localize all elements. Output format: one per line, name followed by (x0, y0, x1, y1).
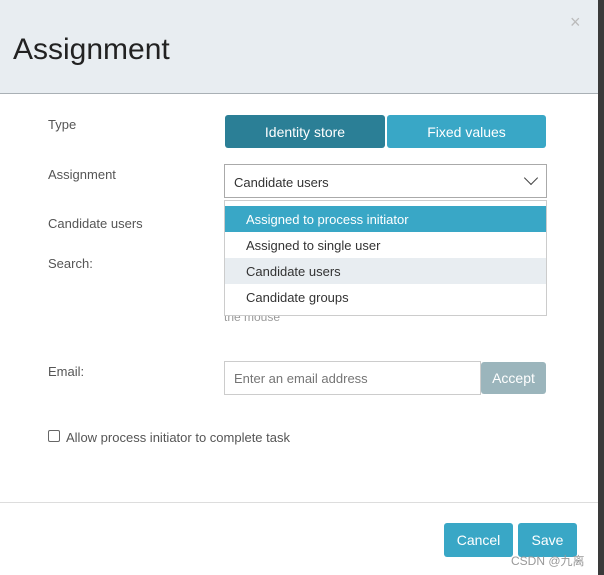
option-single-user[interactable]: Assigned to single user (225, 232, 546, 258)
fixed-values-button[interactable]: Fixed values (387, 115, 546, 148)
watermark: CSDN @九离 (511, 554, 585, 568)
chevron-down-icon (523, 170, 539, 186)
assignment-select[interactable]: Candidate users (224, 164, 547, 198)
dialog-title: Assignment (13, 33, 170, 66)
assignment-dropdown: Assigned to process initiator Assigned t… (224, 200, 547, 316)
window-edge (598, 0, 604, 575)
email-input[interactable] (224, 361, 481, 395)
search-label: Search: (48, 256, 93, 271)
assignment-label: Assignment (48, 167, 116, 182)
checkbox-label[interactable]: Allow process initiator to complete task (66, 430, 290, 445)
type-label: Type (48, 117, 77, 132)
candidate-users-label: Candidate users (48, 216, 143, 231)
close-icon[interactable]: × (570, 12, 581, 33)
assignment-value: Candidate users (234, 175, 329, 190)
option-candidate-users[interactable]: Candidate users (225, 258, 546, 284)
footer-divider (0, 502, 598, 503)
identity-store-button[interactable]: Identity store (225, 115, 385, 148)
option-candidate-groups[interactable]: Candidate groups (225, 284, 546, 310)
dialog-header: Assignment × (0, 0, 598, 94)
cancel-button[interactable]: Cancel (444, 523, 513, 557)
allow-initiator-checkbox[interactable] (48, 430, 60, 442)
option-process-initiator[interactable]: Assigned to process initiator (225, 206, 546, 232)
email-label: Email: (48, 364, 85, 379)
accept-button[interactable]: Accept (481, 362, 546, 394)
